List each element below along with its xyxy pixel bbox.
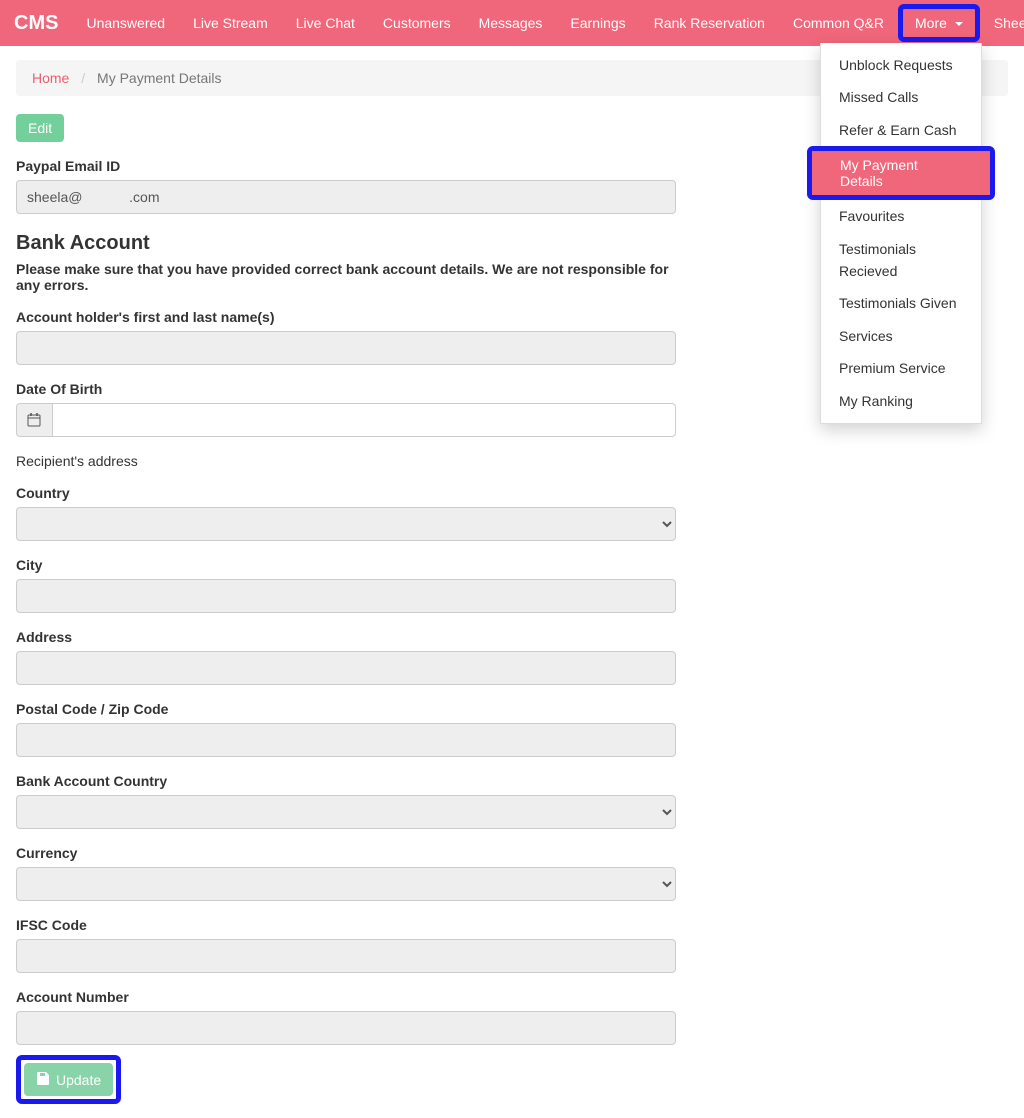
payment-form: Paypal Email ID Bank Account Please make… <box>16 158 676 1104</box>
ifsc-label: IFSC Code <box>16 917 676 933</box>
account-holder-input[interactable] <box>16 331 676 365</box>
bank-country-label: Bank Account Country <box>16 773 676 789</box>
nav-list: Unanswered Live Stream Live Chat Custome… <box>72 0 1024 46</box>
dropdown-services[interactable]: Services <box>821 320 981 352</box>
country-select[interactable] <box>16 507 676 541</box>
country-label: Country <box>16 485 676 501</box>
dropdown-refer-earn[interactable]: Refer & Earn Cash <box>821 114 981 146</box>
dropdown-unblock-requests[interactable]: Unblock Requests <box>821 49 981 81</box>
city-label: City <box>16 557 676 573</box>
chevron-down-icon <box>955 22 963 26</box>
breadcrumb-home[interactable]: Home <box>32 70 69 86</box>
dob-input[interactable] <box>52 403 676 437</box>
nav-unanswered[interactable]: Unanswered <box>72 0 179 46</box>
breadcrumb-separator: / <box>81 70 85 86</box>
nav-messages[interactable]: Messages <box>465 0 557 46</box>
update-button-highlight: Update <box>16 1055 121 1104</box>
update-button-label: Update <box>56 1072 101 1088</box>
dropdown-premium-service[interactable]: Premium Service <box>821 352 981 384</box>
top-navbar: CMS Unanswered Live Stream Live Chat Cus… <box>0 0 1024 46</box>
nav-rank-reservation[interactable]: Rank Reservation <box>640 0 779 46</box>
currency-label: Currency <box>16 845 676 861</box>
postal-label: Postal Code / Zip Code <box>16 701 676 717</box>
nav-common-qr[interactable]: Common Q&R <box>779 0 898 46</box>
address-label: Address <box>16 629 676 645</box>
save-icon <box>36 1071 50 1088</box>
recipient-address-label: Recipient's address <box>16 453 676 469</box>
nav-user-label: Sheela <box>994 15 1024 31</box>
city-input[interactable] <box>16 579 676 613</box>
breadcrumb-current: My Payment Details <box>97 70 221 86</box>
address-input[interactable] <box>16 651 676 685</box>
dropdown-testimonials-given[interactable]: Testimonials Given <box>821 287 981 319</box>
dropdown-testimonials-received[interactable]: Testimonials Recieved <box>821 233 981 288</box>
nav-user-dropdown-toggle[interactable]: Sheela <box>980 0 1024 46</box>
dropdown-favourites[interactable]: Favourites <box>821 200 981 232</box>
calendar-icon[interactable] <box>16 403 52 437</box>
dob-input-group <box>16 403 676 437</box>
currency-select[interactable] <box>16 867 676 901</box>
bank-country-select[interactable] <box>16 795 676 829</box>
dropdown-my-payment-details[interactable]: My Payment Details <box>812 151 990 195</box>
nav-more-label: More <box>915 15 947 31</box>
dropdown-my-ranking[interactable]: My Ranking <box>821 385 981 417</box>
nav-customers[interactable]: Customers <box>369 0 465 46</box>
dropdown-my-payment-details-highlight: My Payment Details <box>807 146 995 200</box>
edit-button[interactable]: Edit <box>16 114 64 142</box>
ifsc-input[interactable] <box>16 939 676 973</box>
nav-earnings[interactable]: Earnings <box>556 0 639 46</box>
dob-label: Date Of Birth <box>16 381 676 397</box>
update-button[interactable]: Update <box>24 1063 113 1096</box>
paypal-email-input[interactable] <box>16 180 676 214</box>
more-dropdown-menu: Unblock Requests Missed Calls Refer & Ea… <box>820 43 982 424</box>
dropdown-missed-calls[interactable]: Missed Calls <box>821 81 981 113</box>
account-number-label: Account Number <box>16 989 676 1005</box>
brand-logo[interactable]: CMS <box>14 12 58 35</box>
bank-account-title: Bank Account <box>16 232 676 255</box>
nav-more-dropdown-toggle[interactable]: More <box>898 4 980 42</box>
nav-live-stream[interactable]: Live Stream <box>179 0 282 46</box>
paypal-email-label: Paypal Email ID <box>16 158 676 174</box>
postal-input[interactable] <box>16 723 676 757</box>
bank-account-note: Please make sure that you have provided … <box>16 261 676 293</box>
account-holder-label: Account holder's first and last name(s) <box>16 309 676 325</box>
nav-live-chat[interactable]: Live Chat <box>282 0 369 46</box>
account-number-input[interactable] <box>16 1011 676 1045</box>
